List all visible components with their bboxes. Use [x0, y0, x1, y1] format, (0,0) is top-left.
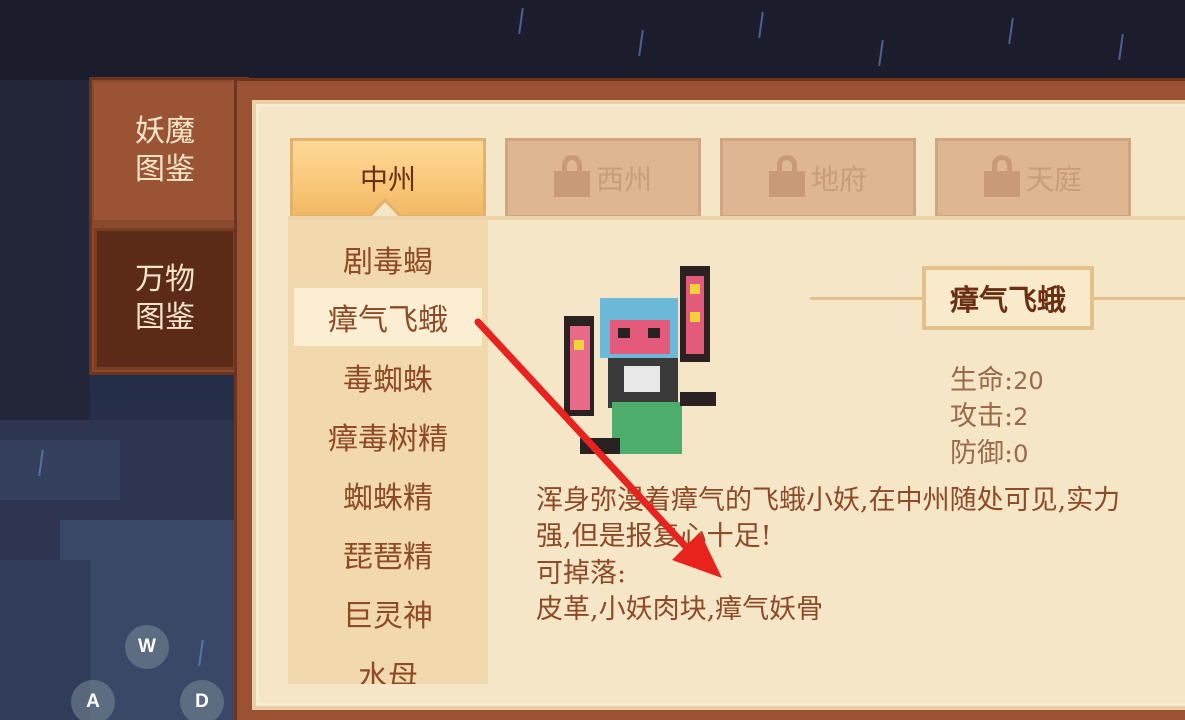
tab-tianting[interactable]: 天庭	[935, 138, 1131, 218]
drop-heading: 可掉落:	[536, 558, 627, 589]
list-item[interactable]: 剧毒蝎	[294, 230, 482, 288]
stat-attack: 攻击:2	[950, 394, 1028, 433]
tab-label: 地府	[810, 163, 867, 196]
side-tab-label: 万物 图鉴	[135, 262, 195, 335]
active-tab-pointer	[368, 197, 402, 218]
monster-list[interactable]: 剧毒蝎 瘴气飞蛾 毒蜘蛛 瘴毒树精 蜘蛛精 琵琶精 巨灵神 水母	[288, 220, 488, 684]
list-item[interactable]: 蜘蛛精	[294, 466, 482, 524]
list-item[interactable]: 瘴毒树精	[294, 407, 482, 465]
side-tab-item-codex[interactable]: 万物 图鉴	[94, 228, 236, 370]
tab-label: 中州	[359, 163, 416, 196]
tab-label: 西州	[595, 163, 652, 196]
drop-items: 皮革,小妖肉块,瘴气妖骨	[536, 594, 824, 625]
list-item[interactable]: 琵琶精	[294, 525, 482, 583]
monster-name: 瘴气飞蛾	[949, 283, 1066, 317]
monster-name-badge: 瘴气飞蛾	[922, 266, 1094, 330]
description-line: 强,但是报复心十足!	[536, 521, 772, 552]
move-right-key[interactable]: D	[180, 680, 224, 720]
lock-icon	[768, 155, 805, 197]
stat-defense: 防御:0	[950, 431, 1028, 470]
list-item[interactable]: 水母	[294, 645, 482, 684]
stat-label: 防御:	[950, 438, 1014, 469]
tab-difu[interactable]: 地府	[720, 138, 916, 218]
stat-value: 2	[1013, 403, 1029, 431]
list-item[interactable]: 毒蜘蛛	[294, 348, 482, 406]
move-forward-key[interactable]: W	[125, 625, 169, 669]
terrain-block	[0, 440, 120, 500]
stat-value: 0	[1013, 440, 1029, 468]
list-item-selected[interactable]: 瘴气飞蛾	[294, 288, 482, 346]
tab-label: 天庭	[1025, 163, 1082, 196]
move-left-key[interactable]: A	[71, 680, 115, 720]
side-tab-label: 妖魔 图鉴	[135, 114, 195, 187]
tab-xizhou[interactable]: 西州	[505, 138, 701, 218]
lock-icon	[983, 155, 1020, 197]
list-item[interactable]: 巨灵神	[294, 584, 482, 642]
cave-wall	[0, 80, 90, 420]
stat-label: 攻击:	[950, 401, 1014, 432]
side-tab-monster-codex[interactable]: 妖魔 图鉴	[94, 82, 236, 220]
cave-wall	[0, 0, 1185, 80]
stat-hp: 生命:20	[950, 358, 1044, 397]
description-line: 浑身弥漫着瘴气的飞蛾小妖,在中州随处可见,实力	[536, 485, 1121, 516]
moth-monster-sprite	[564, 266, 716, 454]
lock-icon	[553, 155, 590, 197]
stat-value: 20	[1013, 367, 1044, 395]
stat-label: 生命:	[950, 365, 1014, 396]
